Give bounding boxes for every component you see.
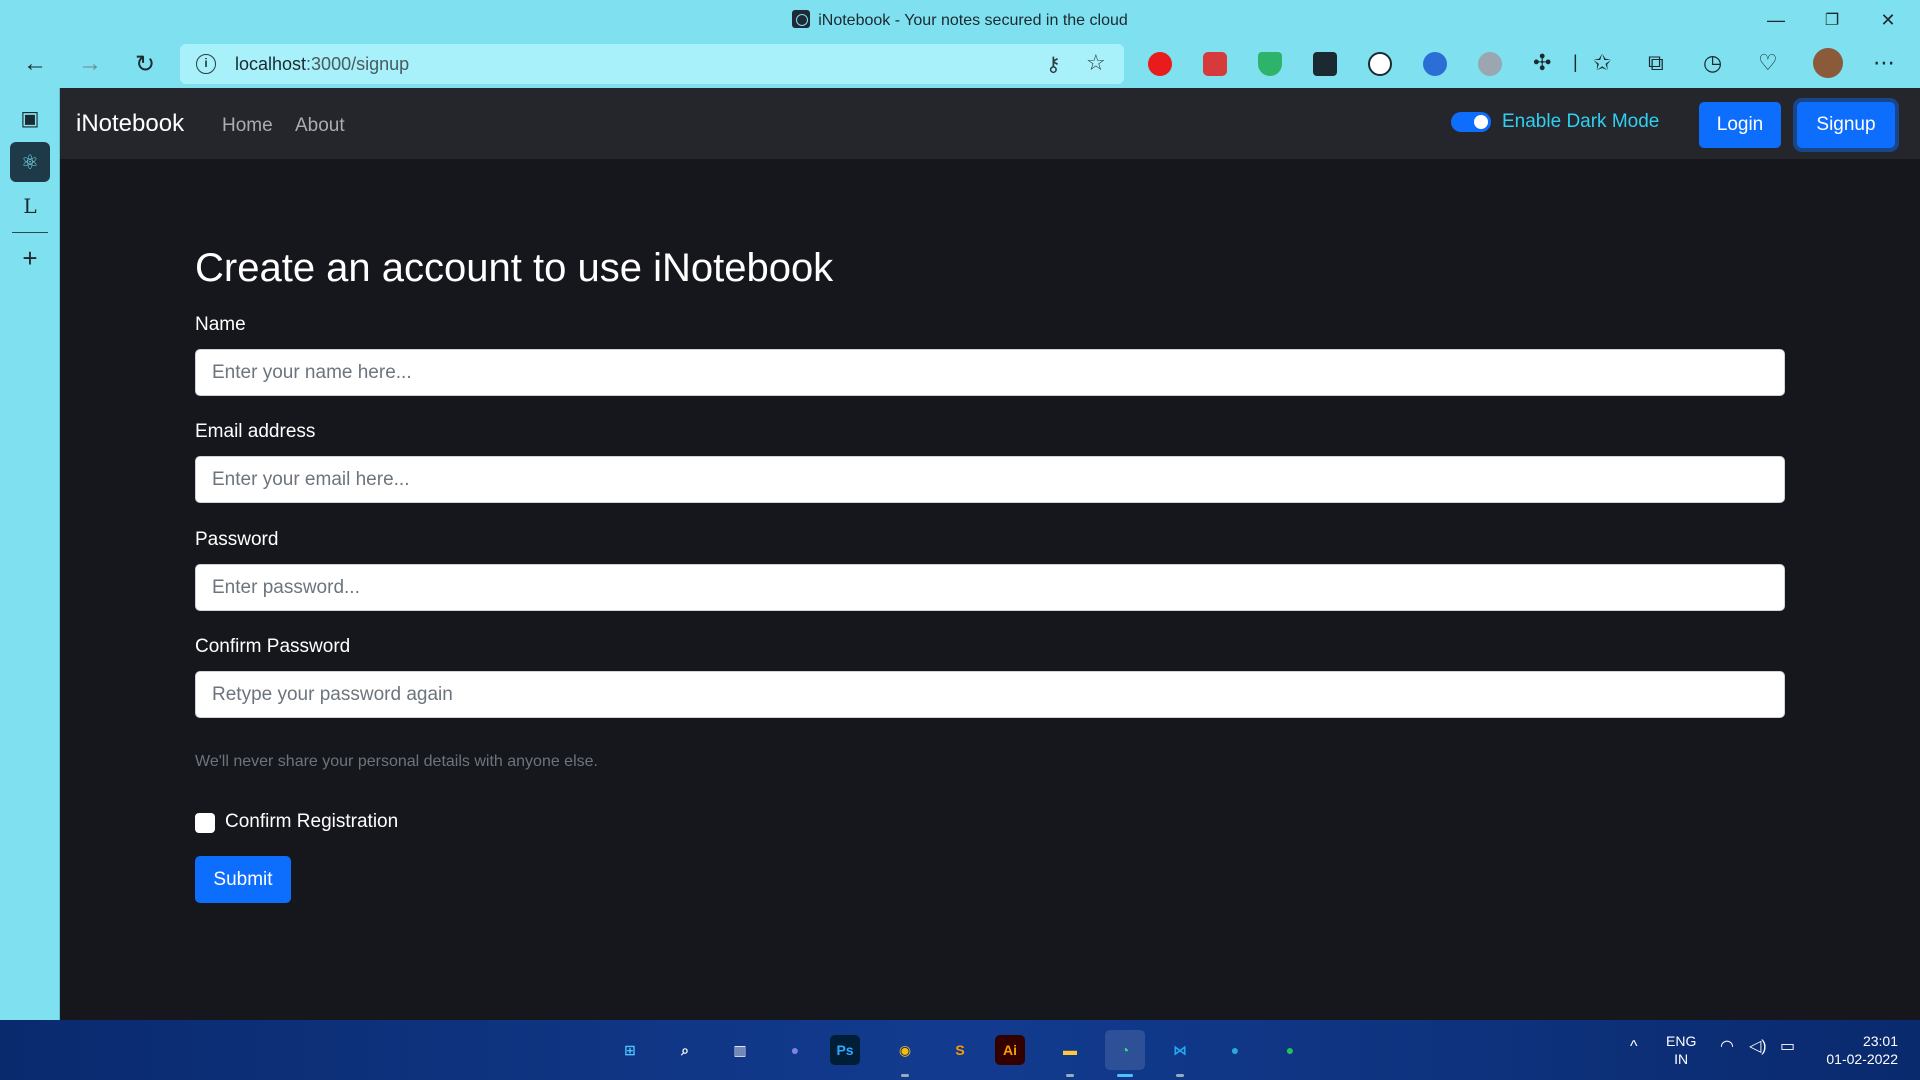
key-icon[interactable]: ⚷: [1046, 52, 1061, 77]
illustrator-icon[interactable]: Ai: [995, 1035, 1025, 1065]
widgets-icon[interactable]: ▥: [720, 1030, 760, 1070]
url-path: :3000/signup: [306, 54, 410, 74]
running-indicator-edge: [1117, 1074, 1133, 1077]
wifi-icon[interactable]: ◠: [1720, 1036, 1734, 1056]
sidebar-divider: [12, 232, 48, 233]
login-button[interactable]: Login: [1699, 102, 1781, 148]
edge-icon[interactable]: ◔: [1105, 1030, 1145, 1070]
email-label: Email address: [195, 421, 316, 442]
close-button[interactable]: ✕: [1860, 0, 1916, 40]
signup-button[interactable]: Signup: [1797, 102, 1895, 148]
url-host: localhost: [235, 54, 307, 74]
clock-time: 23:01: [1862, 1033, 1898, 1049]
refresh-icon[interactable]: ↻: [125, 44, 165, 84]
page-title: Create an account to use iNotebook: [195, 246, 834, 290]
volume-icon[interactable]: ◁): [1749, 1036, 1767, 1056]
running-indicator-chrome: [901, 1074, 909, 1077]
search-icon[interactable]: ⌕: [665, 1030, 705, 1070]
shield-extension-icon[interactable]: [1258, 52, 1282, 76]
title-bar: iNotebook - Your notes secured in the cl…: [0, 0, 1920, 40]
clock[interactable]: 23:01 01-02-2022: [1818, 1032, 1898, 1068]
chrome-icon[interactable]: ◉: [885, 1030, 925, 1070]
circle-extension-icon[interactable]: [1368, 52, 1392, 76]
email-input[interactable]: [195, 456, 1785, 503]
window-title-text: iNotebook - Your notes secured in the cl…: [818, 12, 1128, 29]
photoshop-icon[interactable]: Ps: [830, 1035, 860, 1065]
blue-extension-icon[interactable]: [1423, 52, 1447, 76]
confirm-registration-checkbox[interactable]: [195, 813, 215, 833]
language-top: ENG: [1666, 1033, 1697, 1049]
browser-toolbar: ← → ↻ i localhost:3000/signup ⚷ ☆: [0, 40, 1920, 88]
brand-logo[interactable]: iNotebook: [76, 110, 184, 138]
file-explorer-icon[interactable]: ▬: [1050, 1030, 1090, 1070]
name-input[interactable]: [195, 349, 1785, 396]
start-icon[interactable]: ⊞: [610, 1030, 650, 1070]
page-content: iNotebook Home About Enable Dark Mode Lo…: [60, 88, 1920, 1020]
password-input[interactable]: [195, 564, 1785, 611]
grey-extension-icon[interactable]: [1478, 52, 1502, 76]
running-indicator-vscode: [1176, 1074, 1184, 1077]
password-label: Password: [195, 529, 279, 550]
favorites-icon[interactable]: ✩: [1593, 50, 1611, 76]
name-label: Name: [195, 314, 246, 335]
taskbar: ⊞ ⌕ ▥ ● Ps ◉ S Ai ▬ ◔ ⋈ ● ● ^ ENG IN ◠ ◁) ▭ 23:01 01…: [0, 1020, 1920, 1080]
dark-mode-label[interactable]: Enable Dark Mode: [1502, 111, 1659, 133]
performance-icon[interactable]: ♡: [1758, 50, 1778, 76]
dark-mode-toggle[interactable]: [1451, 112, 1491, 132]
teams-chat-icon[interactable]: ●: [775, 1030, 815, 1070]
sublime-text-icon[interactable]: S: [940, 1030, 980, 1070]
language-bottom: IN: [1674, 1051, 1689, 1067]
abp-extension-icon[interactable]: [1203, 52, 1227, 76]
clock-date: 01-02-2022: [1826, 1051, 1898, 1067]
language-indicator[interactable]: ENG IN: [1666, 1032, 1696, 1068]
confirm-registration-label[interactable]: Confirm Registration: [225, 811, 398, 833]
app-navbar: iNotebook Home About Enable Dark Mode Lo…: [60, 88, 1920, 159]
nav-about-link[interactable]: About: [295, 115, 345, 137]
window-title: iNotebook - Your notes secured in the cl…: [0, 10, 1920, 30]
toggle-knob: [1474, 115, 1488, 129]
privacy-help-text: We'll never share your personal details …: [195, 753, 598, 770]
submit-button[interactable]: Submit: [195, 856, 291, 903]
app-blue-icon[interactable]: ●: [1215, 1030, 1255, 1070]
adblock-extension-icon[interactable]: [1148, 52, 1172, 76]
address-bar[interactable]: i localhost:3000/signup ⚷ ☆: [180, 44, 1124, 84]
video-extension-icon[interactable]: [1313, 52, 1337, 76]
browser-sidebar: ▣ ⚛ L +: [0, 88, 60, 1020]
vscode-icon[interactable]: ⋈: [1160, 1030, 1200, 1070]
plus-icon[interactable]: +: [10, 238, 50, 278]
collections-icon[interactable]: ⧉: [1648, 50, 1664, 76]
back-icon[interactable]: ←: [15, 44, 55, 84]
battery-icon[interactable]: ▭: [1780, 1036, 1795, 1056]
confirm-password-label: Confirm Password: [195, 636, 351, 657]
profile-avatar[interactable]: [1813, 48, 1843, 78]
history-icon[interactable]: ◷: [1703, 50, 1722, 76]
app-green-icon[interactable]: ●: [1270, 1030, 1310, 1070]
react-icon[interactable]: ⚛: [10, 142, 50, 182]
url-text[interactable]: localhost:3000/signup: [235, 54, 409, 75]
toolbar-separator: |: [1573, 52, 1578, 72]
favorite-add-icon[interactable]: ☆: [1086, 50, 1106, 76]
more-icon[interactable]: ⋯: [1873, 50, 1895, 76]
extensions-icon[interactable]: ✣: [1533, 50, 1551, 76]
nav-home-link[interactable]: Home: [222, 115, 273, 137]
tabs-icon[interactable]: ▣: [10, 98, 50, 138]
forward-icon[interactable]: →: [70, 44, 110, 84]
running-indicator-explorer: [1066, 1074, 1074, 1077]
tray-caret-icon[interactable]: ^: [1630, 1038, 1638, 1056]
info-icon[interactable]: i: [196, 54, 216, 74]
l-icon[interactable]: L: [10, 186, 50, 226]
minimize-button[interactable]: —: [1748, 0, 1804, 40]
restore-button[interactable]: ❐: [1804, 0, 1860, 40]
confirm-password-input[interactable]: [195, 671, 1785, 718]
react-favicon-icon: [792, 10, 811, 28]
